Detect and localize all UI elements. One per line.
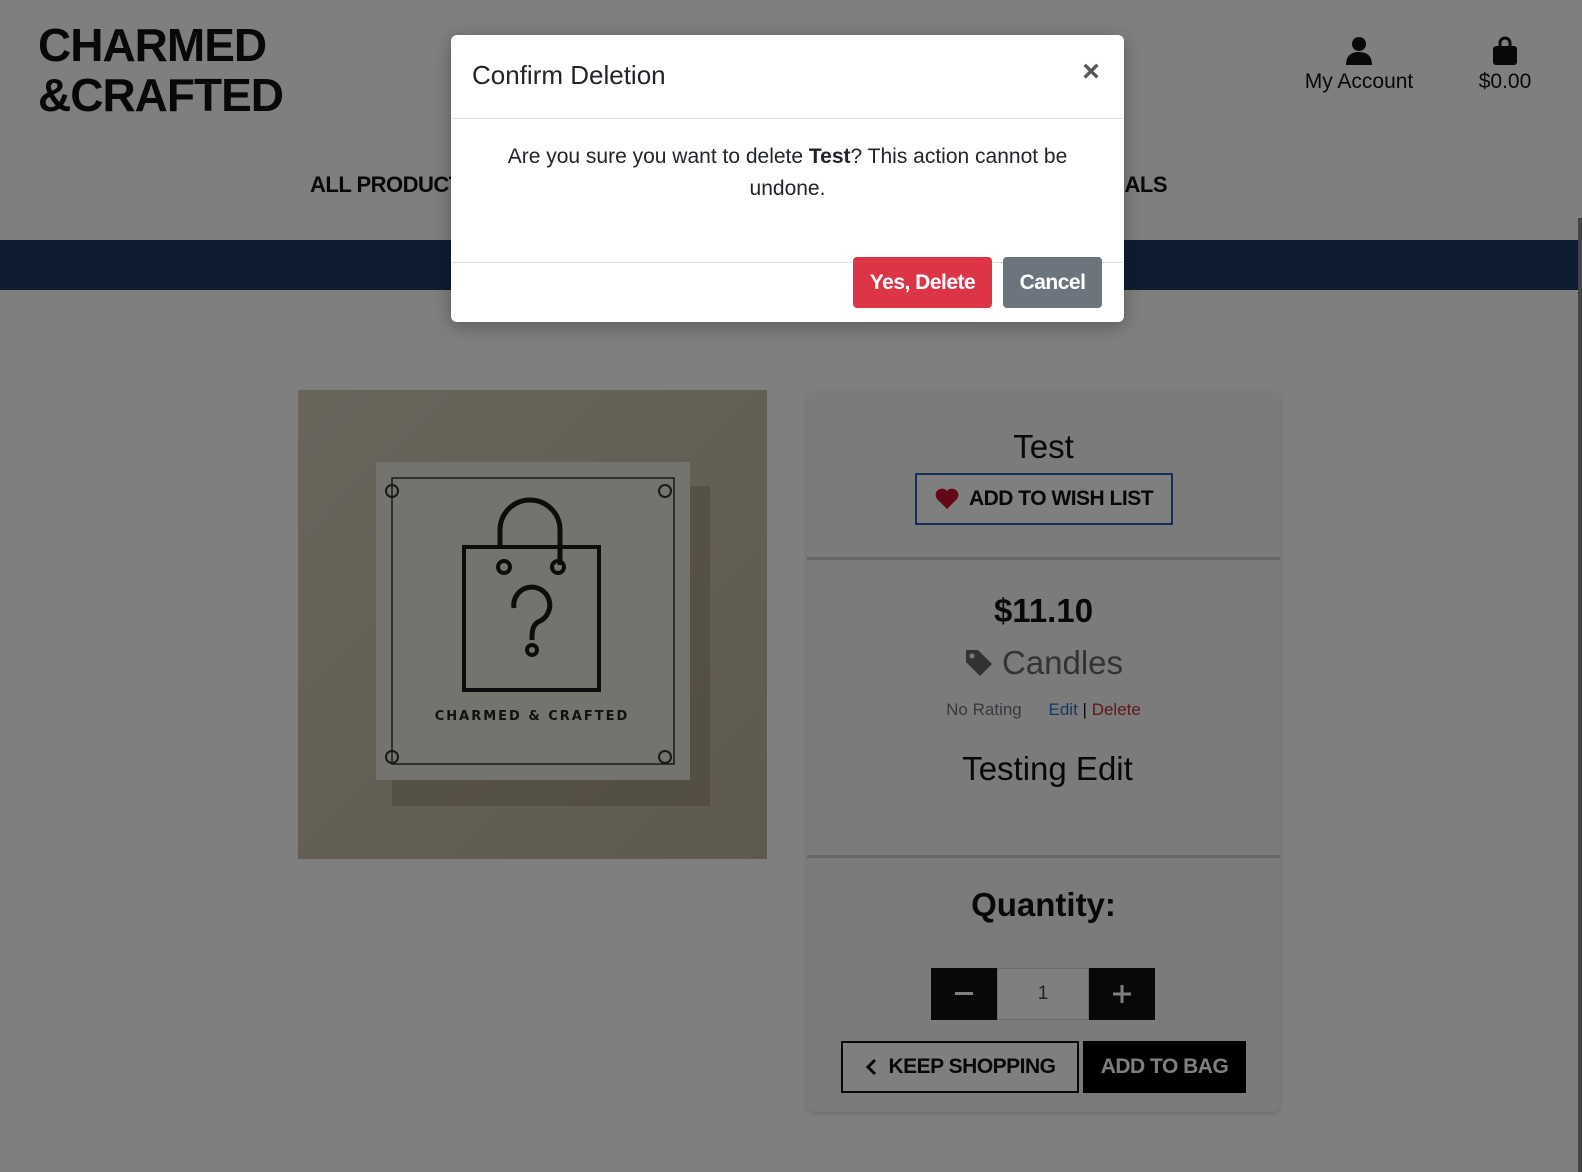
modal-product-name: Test	[808, 145, 851, 168]
modal-header: Confirm Deletion ×	[451, 35, 1124, 119]
confirm-delete-modal: Confirm Deletion × Are you sure you want…	[451, 35, 1124, 322]
modal-message-start: Are you sure you want to delete	[507, 145, 809, 168]
cancel-button[interactable]: Cancel	[1003, 257, 1102, 308]
modal-footer: Yes, Delete Cancel	[451, 257, 1124, 322]
close-icon[interactable]: ×	[1076, 55, 1106, 88]
confirm-delete-button[interactable]: Yes, Delete	[853, 257, 992, 308]
modal-title: Confirm Deletion	[472, 60, 666, 90]
modal-body: Are you sure you want to delete Test? Th…	[451, 119, 1124, 263]
